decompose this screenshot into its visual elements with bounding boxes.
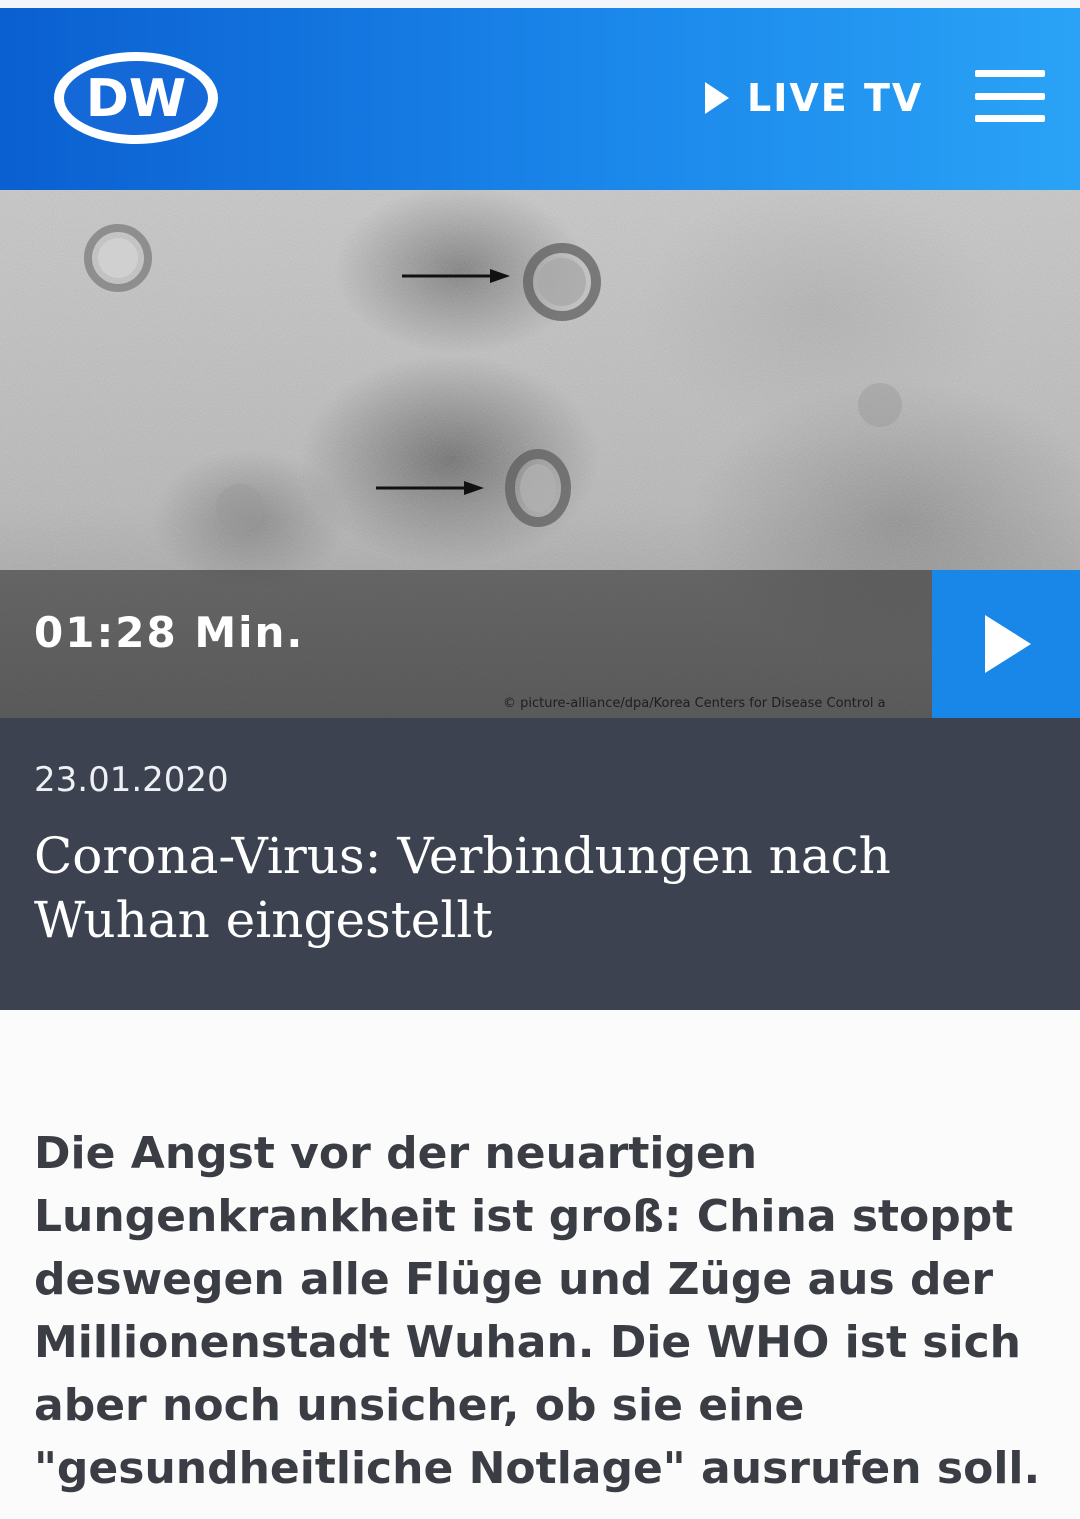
article-date: 23.01.2020 — [34, 760, 229, 800]
menu-bar — [975, 70, 1045, 77]
menu-bar — [975, 115, 1045, 122]
play-video-button[interactable] — [932, 570, 1080, 718]
live-tv-label: LIVE TV — [747, 76, 924, 120]
play-icon — [985, 615, 1031, 673]
menu-bar — [975, 92, 1045, 100]
dw-logo-text: DW — [86, 69, 187, 129]
virus-particle — [216, 484, 264, 532]
virus-particle — [523, 243, 601, 321]
hamburger-menu-icon[interactable] — [975, 70, 1045, 122]
article-lead: Die Angst vor der neuartigen Lungenkrank… — [34, 1128, 1041, 1494]
site-header: DW LIVE TV — [0, 0, 1080, 190]
video-duration: 01:28 Min. — [34, 608, 305, 657]
live-tv-button[interactable]: LIVE TV — [705, 70, 923, 126]
dw-logo[interactable]: DW — [52, 50, 220, 146]
article-header: 23.01.2020 Corona-Virus: Verbindungen na… — [0, 718, 1080, 1010]
status-strip — [0, 0, 1080, 8]
video-thumbnail[interactable]: 01:28 Min. © picture-alliance/dpa/Korea … — [0, 190, 1080, 718]
virus-particle — [858, 383, 902, 427]
photo-credit: © picture-alliance/dpa/Korea Centers for… — [503, 696, 886, 711]
article-headline: Corona-Virus: Verbindungen nach Wuhan ei… — [34, 827, 891, 949]
play-icon — [705, 82, 729, 114]
